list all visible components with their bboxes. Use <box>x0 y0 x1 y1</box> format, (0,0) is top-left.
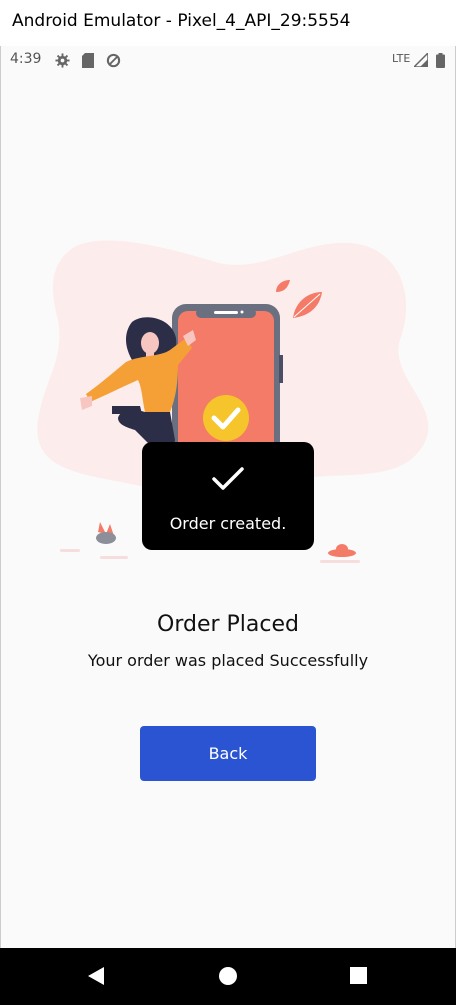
status-time: 4:39 <box>10 51 42 67</box>
window-border-left <box>0 46 1 948</box>
sd-card-icon <box>82 53 94 68</box>
navigation-bar <box>0 948 456 1005</box>
emulator-window: Android Emulator - Pixel_4_API_29:5554 4… <box>0 0 456 1005</box>
back-icon[interactable] <box>66 948 126 1005</box>
battery-icon <box>436 53 445 68</box>
toast-notification: Order created. <box>142 442 314 550</box>
page-title: Order Placed <box>157 612 299 637</box>
home-icon[interactable] <box>198 948 258 1005</box>
window-title: Android Emulator - Pixel_4_API_29:5554 <box>12 11 351 31</box>
order-success-screen: Order created. Order Placed Your order w… <box>0 74 456 948</box>
toast-message: Order created. <box>169 514 287 533</box>
recents-icon[interactable] <box>329 948 389 1005</box>
back-button[interactable]: Back <box>140 726 316 781</box>
network-type: LTE <box>392 52 411 65</box>
success-message: Your order was placed Successfully <box>87 651 369 670</box>
window-titlebar: Android Emulator - Pixel_4_API_29:5554 <box>0 0 456 46</box>
signal-icon <box>414 53 428 67</box>
settings-icon <box>55 53 70 68</box>
status-bar: 4:39 LTE <box>0 46 456 74</box>
check-icon <box>212 467 244 490</box>
data-saver-icon <box>106 53 121 68</box>
